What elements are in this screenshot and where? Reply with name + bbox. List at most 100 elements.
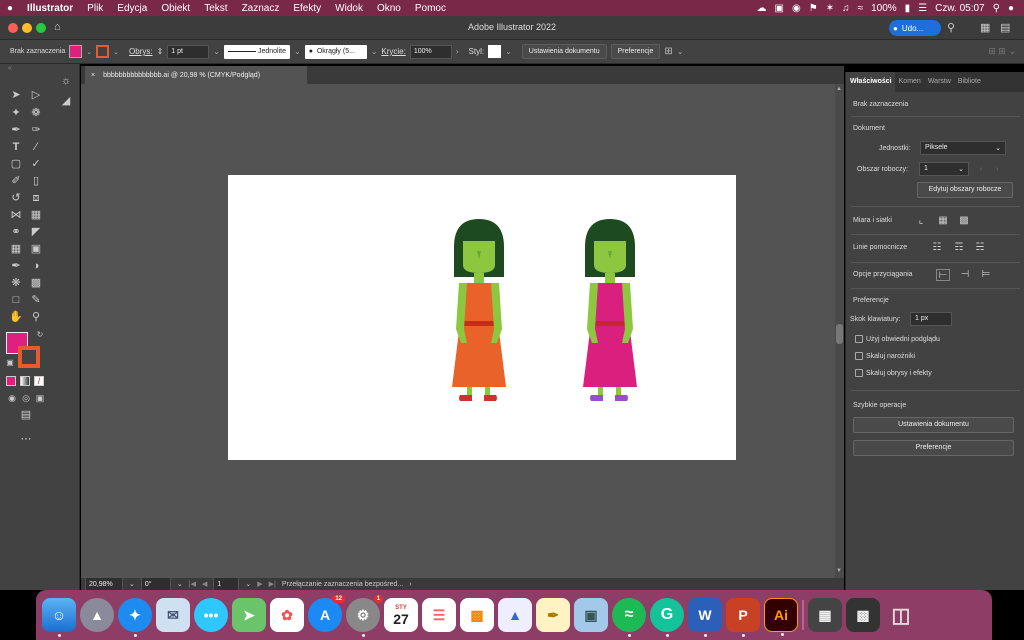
curvature-tool-icon[interactable]: ✑ [28, 123, 44, 137]
document-setup-button[interactable]: Ustawienia dokumentu [521, 44, 607, 59]
snap-to-grid-icon[interactable]: ⊣ [958, 269, 972, 281]
style-dropdown-icon[interactable]: ⌄ [505, 47, 512, 56]
brush-select[interactable]: ● Okrągły (5... [304, 44, 367, 59]
bluetooth-icon[interactable]: ✶ [826, 3, 834, 14]
line-tool-icon[interactable]: ∕ [28, 140, 44, 154]
transparency-grid-icon[interactable]: ▩ [957, 215, 971, 227]
default-colors-icon[interactable]: ▣ [2, 356, 18, 370]
grid-icon[interactable]: ▦ [936, 215, 950, 227]
direct-selection-tool-icon[interactable]: ▷ [28, 88, 44, 102]
rectangle-tool-icon[interactable]: ▢ [8, 157, 24, 171]
flag-icon[interactable]: ⚑ [809, 3, 818, 14]
illustrator-icon[interactable]: Ai [764, 598, 798, 636]
panel-options-icon[interactable]: ⊞ ⊞ ⌄ [988, 46, 1024, 57]
wifi-icon[interactable]: ≈ [858, 3, 864, 14]
stroke-color-box[interactable] [18, 346, 40, 368]
search-icon[interactable]: ⚲ [947, 21, 955, 34]
clock[interactable]: Czw. 05:07 [935, 3, 984, 14]
preview-icon[interactable]: ▣ [574, 598, 608, 632]
minimize-window-icon[interactable] [22, 23, 32, 33]
mesh-tool-icon[interactable]: ▦ [8, 242, 24, 256]
canvas[interactable] [81, 84, 835, 586]
safari-icon[interactable]: ✦ [118, 598, 152, 637]
prev-artboard-icon[interactable]: ◀ [202, 580, 207, 588]
menu-tekst[interactable]: Tekst [197, 3, 234, 14]
stroke-weight-dropdown-icon[interactable]: ⌄ [213, 47, 220, 56]
units-select[interactable]: Piksele ⌄ [920, 141, 1006, 155]
eraser-tool-icon[interactable]: ▯ [28, 174, 44, 188]
apple-menu-icon[interactable]: ● [0, 3, 20, 14]
fullscreen-window-icon[interactable] [36, 23, 46, 33]
word-icon[interactable]: W [688, 598, 722, 637]
home-icon[interactable]: ⌂ [54, 21, 61, 33]
screen-share-icon[interactable]: ▣ [775, 3, 784, 14]
messages-icon[interactable]: ••• [194, 598, 228, 632]
lock-guides-icon[interactable]: ☶ [952, 242, 966, 254]
recent-item-2-icon[interactable]: ▩ [846, 598, 880, 632]
reminders-icon[interactable]: ☰ [422, 598, 456, 632]
keynote-icon[interactable]: ▲ [498, 598, 532, 632]
tab-layers[interactable]: Warstw [924, 72, 954, 92]
stroke-label[interactable]: Obrys: [129, 47, 153, 56]
scale-strokes-checkbox[interactable] [855, 369, 863, 377]
width-tool-icon[interactable]: ⋈ [8, 208, 24, 222]
gradient-panel-icon[interactable]: ◢ [58, 94, 74, 108]
artboard[interactable] [228, 175, 736, 460]
arrange-documents-icon[interactable]: ▤ [1000, 21, 1010, 34]
arrange-dropdown-icon[interactable]: ⌄ [677, 47, 684, 56]
edit-artboards-button[interactable]: Edytuj obszary robocze [917, 182, 1013, 198]
menu-efekty[interactable]: Efekty [286, 3, 328, 14]
zoom-tool-icon[interactable]: ⚲ [28, 310, 44, 324]
system-preferences-icon[interactable]: ⚙ 1 [346, 595, 383, 637]
shaper-tool-icon[interactable]: ✐ [8, 174, 24, 188]
screen-mode-icon[interactable]: ▤ [18, 408, 34, 422]
quick-preferences-button[interactable]: Preferencje [853, 440, 1014, 456]
edit-toolbar-icon[interactable]: ⋯ [18, 432, 34, 446]
none-mode-icon[interactable]: / [34, 376, 44, 386]
first-artboard-icon[interactable]: |◀ [189, 580, 196, 588]
column-graph-tool-icon[interactable]: ▩ [28, 276, 44, 290]
graphic-style-swatch[interactable] [488, 45, 502, 58]
menu-widok[interactable]: Widok [328, 3, 370, 14]
opacity-label[interactable]: Krycie: [381, 47, 405, 56]
free-transform-tool-icon[interactable]: ▦ [28, 208, 44, 222]
menu-okno[interactable]: Okno [370, 3, 408, 14]
rulers-icon[interactable]: ⌞ [914, 215, 928, 227]
creative-cloud-icon[interactable]: ☁ [757, 3, 767, 14]
finder-icon[interactable]: ☺ [42, 598, 76, 637]
close-tab-icon[interactable]: × [91, 72, 95, 79]
selection-tool-icon[interactable]: ➤ [8, 88, 24, 102]
battery-icon[interactable]: ▮ [905, 3, 911, 14]
gradient-mode-icon[interactable] [20, 376, 30, 386]
siri-icon[interactable]: ● [1008, 3, 1014, 14]
artboard-tool-icon[interactable]: □ [8, 293, 24, 307]
rotation-input[interactable]: 0° [140, 577, 171, 591]
zoom-input[interactable]: 20,98% [85, 577, 123, 591]
rotation-dropdown-icon[interactable]: ⌄ [177, 580, 183, 588]
stroke-swatch[interactable] [96, 45, 110, 58]
quick-doc-setup-button[interactable]: Ustawienia dokumentu [853, 417, 1014, 433]
magic-wand-tool-icon[interactable]: ✦ [8, 106, 24, 120]
opacity-expand-icon[interactable]: › [456, 47, 459, 56]
fill-dropdown-icon[interactable]: ⌄ [86, 48, 92, 56]
tab-properties[interactable]: Właściwości [846, 72, 895, 92]
keyboard-increment-input[interactable]: 1 px [910, 312, 952, 326]
next-artboard-panel-icon[interactable]: › [996, 166, 998, 173]
powerpoint-icon[interactable]: P [726, 598, 760, 637]
artboard-number-input[interactable]: 1 [213, 577, 240, 591]
lasso-tool-icon[interactable]: ❁ [28, 106, 44, 120]
app-store-icon[interactable]: A 12 [308, 595, 345, 632]
document-tab[interactable]: × bbbbbbbbbbbbbbb.ai @ 20,98 % (CMYK/Pod… [85, 66, 307, 84]
prev-artboard-panel-icon[interactable]: ‹ [980, 166, 982, 173]
user-account-button[interactable]: ● Udo... [889, 20, 941, 36]
photos-icon[interactable]: ✿ [270, 598, 304, 632]
tab-comments[interactable]: Komen [895, 72, 924, 92]
perspective-grid-tool-icon[interactable]: ◤ [28, 225, 44, 239]
tab-libraries[interactable]: Bibliote [954, 72, 984, 92]
vertical-scroll-thumb[interactable] [836, 324, 843, 344]
zoom-dropdown-icon[interactable]: ⌄ [129, 580, 135, 588]
status-text[interactable]: Przełączanie zaznaczenia bezpośred... [282, 581, 403, 588]
artboard-select[interactable]: 1 ⌄ [919, 162, 969, 176]
status-expand-icon[interactable]: › [409, 581, 411, 588]
control-center-icon[interactable]: ☰ [918, 3, 927, 14]
